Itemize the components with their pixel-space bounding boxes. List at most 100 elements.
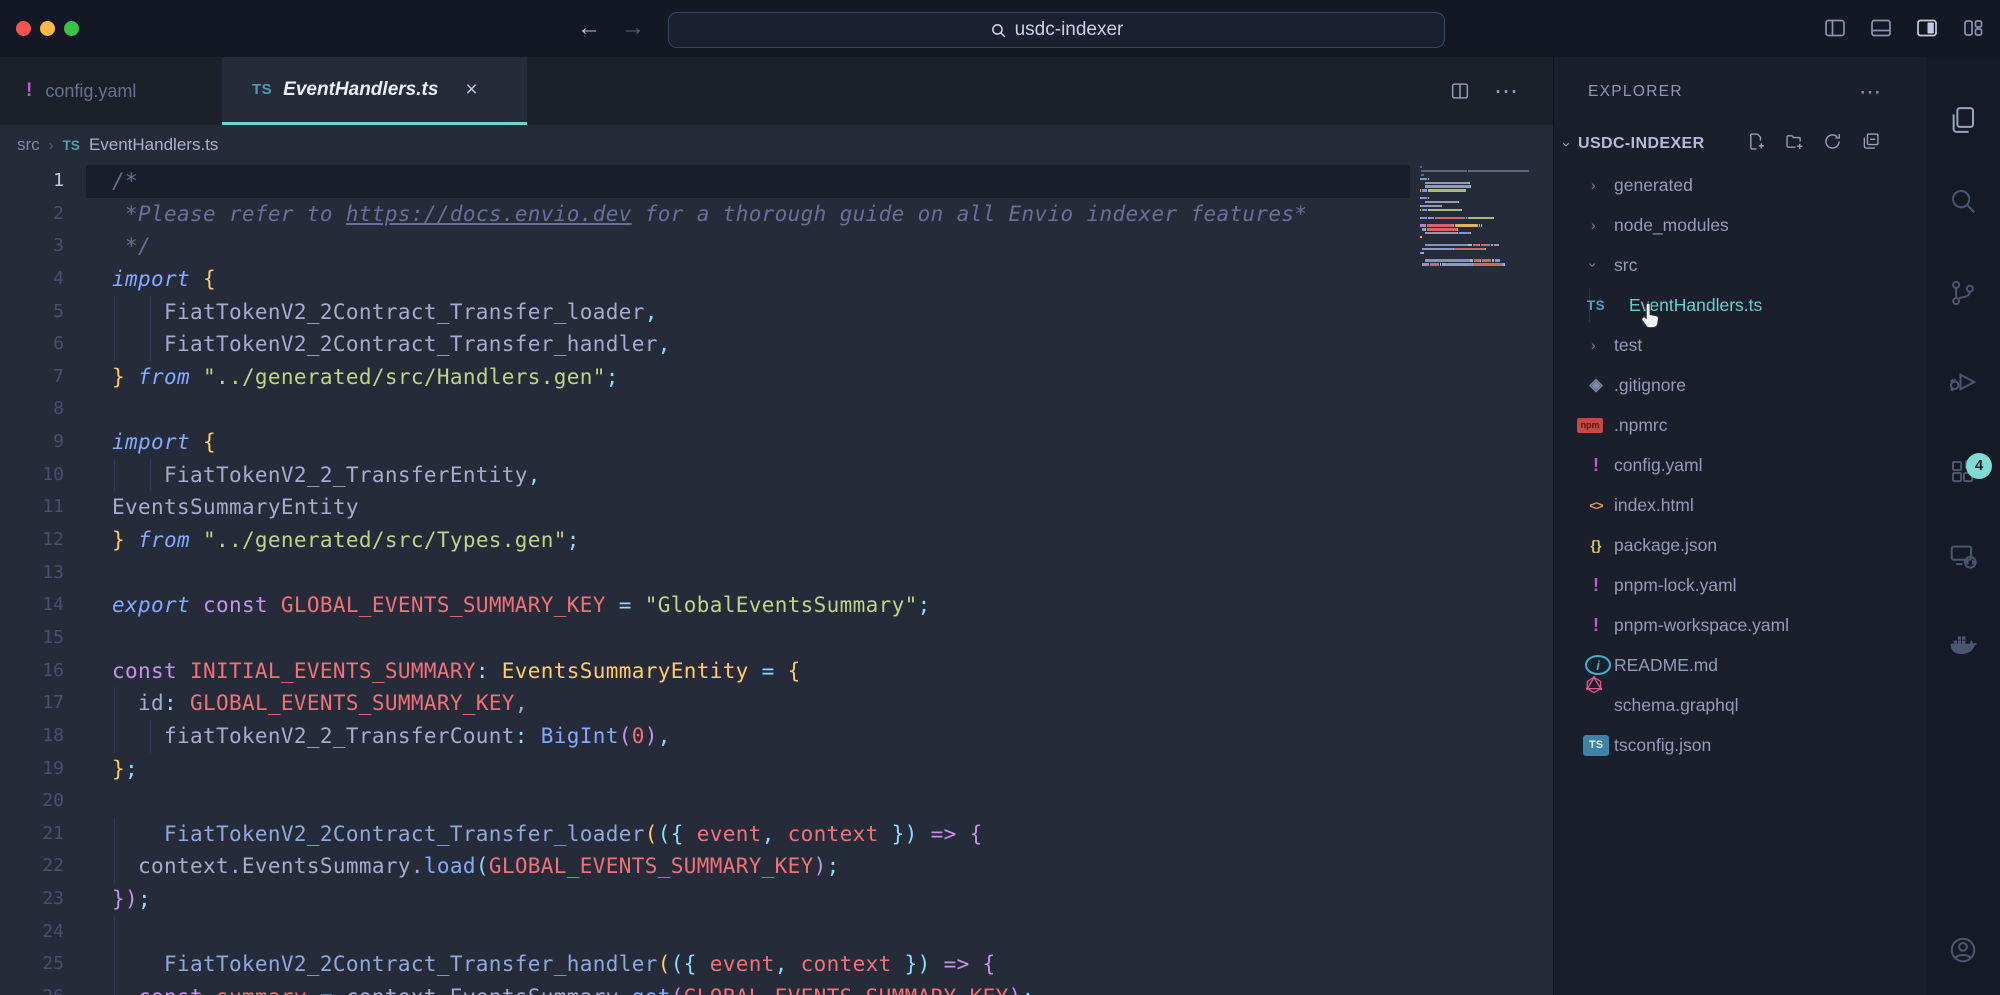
code-line-content[interactable] [86, 785, 1410, 818]
code-line[interactable]: 13 [0, 557, 1410, 590]
code-line-content[interactable]: FiatTokenV2_2Contract_Transfer_loader, [86, 296, 1410, 329]
code-line[interactable]: 6 FiatTokenV2_2Contract_Transfer_handler… [0, 328, 1410, 361]
tree-item-config-yaml[interactable]: !config.yaml [1554, 445, 1926, 485]
code-line-content[interactable] [86, 393, 1410, 426]
code-line-content[interactable]: FiatTokenV2_2Contract_Transfer_loader(({… [86, 818, 1410, 851]
code-line[interactable]: 5 FiatTokenV2_2Contract_Transfer_loader, [0, 296, 1410, 329]
code-line-content[interactable] [86, 916, 1410, 949]
code-line[interactable]: 16const INITIAL_EVENTS_SUMMARY: EventsSu… [0, 655, 1410, 688]
code-line-content[interactable]: } from "../generated/src/Handlers.gen"; [86, 361, 1410, 394]
code-line-content[interactable]: id: GLOBAL_EVENTS_SUMMARY_KEY, [86, 687, 1410, 720]
code-line-content[interactable]: }; [86, 753, 1410, 786]
code-line[interactable]: 14export const GLOBAL_EVENTS_SUMMARY_KEY… [0, 589, 1410, 622]
tree-item-schema-graphql[interactable]: schema.graphql [1554, 685, 1926, 725]
code-line[interactable]: 8 [0, 393, 1410, 426]
docker-icon[interactable] [1948, 629, 1978, 659]
minimize-window-button[interactable] [40, 21, 55, 36]
account-icon[interactable] [1948, 935, 1978, 965]
code-line[interactable]: 20 [0, 785, 1410, 818]
code-line[interactable]: 12} from "../generated/src/Types.gen"; [0, 524, 1410, 557]
code-line-content[interactable]: FiatTokenV2_2_TransferEntity, [86, 459, 1410, 492]
tab-config-yaml[interactable]: ! config.yaml [0, 57, 215, 125]
tree-item-index-html[interactable]: <>index.html [1554, 485, 1926, 525]
tree-item--gitignore[interactable]: ◈.gitignore [1554, 365, 1926, 405]
code-line-content[interactable]: FiatTokenV2_2Contract_Transfer_handler((… [86, 948, 1410, 981]
code-line[interactable]: 1/* [0, 165, 1410, 198]
code-line[interactable]: 7} from "../generated/src/Handlers.gen"; [0, 361, 1410, 394]
minimap[interactable] [1420, 166, 1530, 267]
code-line[interactable]: 18 fiatTokenV2_2_TransferCount: BigInt(0… [0, 720, 1410, 753]
code-line-content[interactable]: */ [86, 230, 1410, 263]
toggle-panel-right-icon[interactable] [1914, 16, 1940, 40]
code-line[interactable]: 4import { [0, 263, 1410, 296]
tree-item-tsconfig-json[interactable]: TStsconfig.json [1554, 725, 1926, 765]
close-window-button[interactable] [16, 21, 31, 36]
code-line-content[interactable]: context.EventsSummary.load(GLOBAL_EVENTS… [86, 850, 1410, 883]
explorer-icon[interactable] [1948, 105, 1978, 135]
code-line-content[interactable]: FiatTokenV2_2Contract_Transfer_handler, [86, 328, 1410, 361]
code-line-content[interactable]: *Please refer to https://docs.envio.dev … [86, 198, 1410, 231]
remote-explorer-icon[interactable] [1948, 541, 1978, 571]
tree-item-readme-md[interactable]: iREADME.md [1554, 645, 1926, 685]
tree-item-src[interactable]: ›src [1554, 245, 1926, 285]
tree-item-generated[interactable]: ›generated [1554, 165, 1926, 205]
close-tab-icon[interactable]: × [465, 78, 477, 102]
tree-item-eventhandlers-ts[interactable]: TSEventHandlers.ts [1554, 285, 1926, 325]
window-controls[interactable] [16, 21, 79, 36]
code-line[interactable]: 15 [0, 622, 1410, 655]
code-line-content[interactable]: import { [86, 426, 1410, 459]
breadcrumb-folder[interactable]: src [17, 135, 40, 155]
code-line-content[interactable]: EventsSummaryEntity [86, 491, 1410, 524]
tab-eventhandlers-ts[interactable]: TS EventHandlers.ts × [222, 57, 527, 125]
refresh-icon[interactable] [1822, 131, 1843, 157]
tree-item--npmrc[interactable]: npm.npmrc [1554, 405, 1926, 445]
navigate-forward-button[interactable]: → [621, 14, 645, 42]
code-line[interactable]: 19}; [0, 753, 1410, 786]
tree-item-pnpm-workspace-yaml[interactable]: !pnpm-workspace.yaml [1554, 605, 1926, 645]
code-line-content[interactable]: export const GLOBAL_EVENTS_SUMMARY_KEY =… [86, 589, 1410, 622]
code-line-content[interactable]: }); [86, 883, 1410, 916]
collapse-all-icon[interactable] [1860, 131, 1881, 157]
split-editor-icon[interactable] [1448, 80, 1472, 102]
maximize-window-button[interactable] [64, 21, 79, 36]
code-line[interactable]: 9import { [0, 426, 1410, 459]
code-line-content[interactable]: fiatTokenV2_2_TransferCount: BigInt(0), [86, 720, 1410, 753]
tree-item-package-json[interactable]: {}package.json [1554, 525, 1926, 565]
code-line[interactable]: 3 */ [0, 230, 1410, 263]
code-line[interactable]: 10 FiatTokenV2_2_TransferEntity, [0, 459, 1410, 492]
search-icon[interactable] [1948, 186, 1978, 216]
code-line-content[interactable]: import { [86, 263, 1410, 296]
tree-item-node-modules[interactable]: ›node_modules [1554, 205, 1926, 245]
code-line[interactable]: 26 const summary = context.EventsSummary… [0, 981, 1410, 995]
run-debug-icon[interactable] [1948, 367, 1978, 397]
code-line-content[interactable] [86, 557, 1410, 590]
code-line[interactable]: 24 [0, 916, 1410, 949]
new-file-icon[interactable] [1746, 131, 1767, 157]
navigate-back-button[interactable]: ← [577, 14, 601, 42]
code-editor[interactable]: 1/*2 *Please refer to https://docs.envio… [0, 165, 1410, 995]
customize-layout-icon[interactable] [1960, 16, 1986, 40]
workspace-root-row[interactable]: › USDC-INDEXER [1554, 124, 1926, 164]
more-actions-icon[interactable]: ⋯ [1494, 77, 1520, 106]
code-line-content[interactable]: } from "../generated/src/Types.gen"; [86, 524, 1410, 557]
code-line[interactable]: 17 id: GLOBAL_EVENTS_SUMMARY_KEY, [0, 687, 1410, 720]
command-center-search[interactable]: usdc-indexer [668, 12, 1445, 48]
code-line-content[interactable] [86, 622, 1410, 655]
tree-item-pnpm-lock-yaml[interactable]: !pnpm-lock.yaml [1554, 565, 1926, 605]
code-line-content[interactable]: const INITIAL_EVENTS_SUMMARY: EventsSumm… [86, 655, 1410, 688]
tree-item-test[interactable]: ›test [1554, 325, 1926, 365]
code-line[interactable]: 22 context.EventsSummary.load(GLOBAL_EVE… [0, 850, 1410, 883]
code-line-content[interactable]: const summary = context.EventsSummary.ge… [86, 981, 1410, 995]
new-folder-icon[interactable] [1784, 131, 1805, 157]
code-line[interactable]: 11EventsSummaryEntity [0, 491, 1410, 524]
code-line[interactable]: 21 FiatTokenV2_2Contract_Transfer_loader… [0, 818, 1410, 851]
toggle-panel-left-icon[interactable] [1822, 16, 1848, 40]
breadcrumb-file[interactable]: EventHandlers.ts [89, 135, 218, 155]
code-line[interactable]: 25 FiatTokenV2_2Contract_Transfer_handle… [0, 948, 1410, 981]
toggle-panel-bottom-icon[interactable] [1868, 16, 1894, 40]
code-line[interactable]: 2 *Please refer to https://docs.envio.de… [0, 198, 1410, 231]
source-control-icon[interactable] [1948, 278, 1978, 308]
code-line-content[interactable]: /* [86, 165, 1410, 198]
code-line[interactable]: 23}); [0, 883, 1410, 916]
explorer-more-actions-icon[interactable]: ⋯ [1859, 87, 1881, 97]
